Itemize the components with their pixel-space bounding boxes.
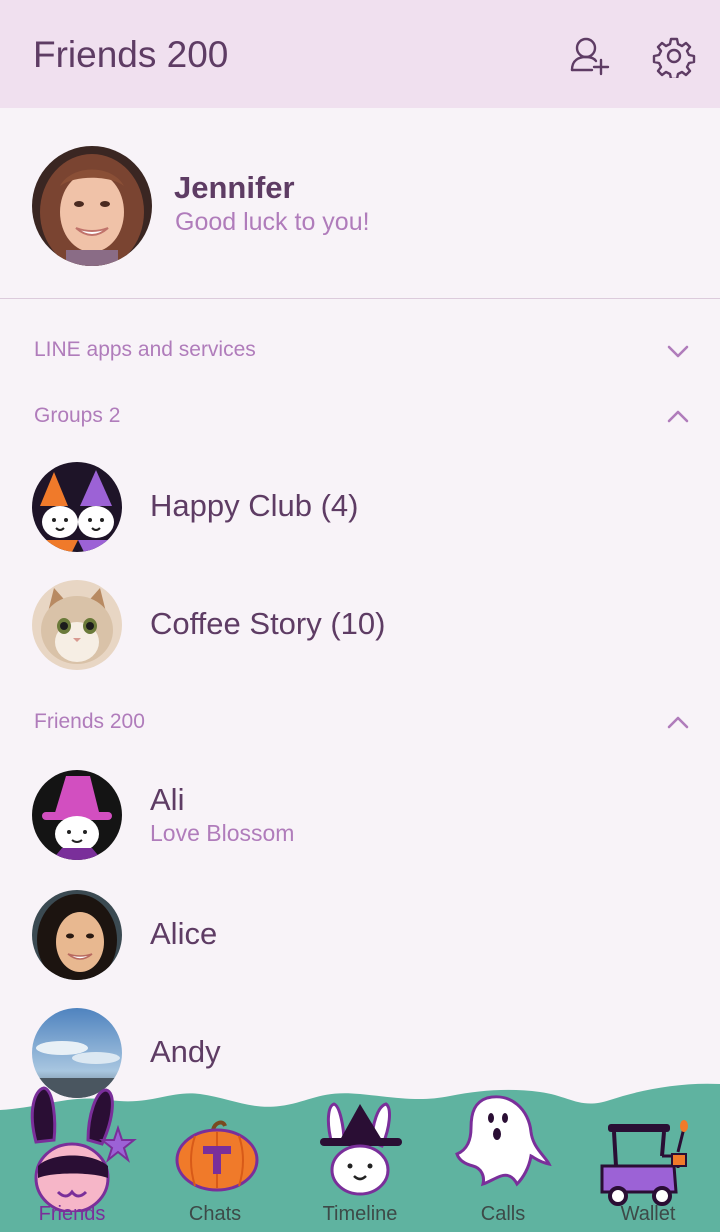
friend-name: Alice — [150, 916, 218, 951]
bunny-mask-icon — [30, 1086, 137, 1212]
group-row-happy-club[interactable]: Happy Club (4) — [0, 452, 720, 562]
section-groups[interactable]: Groups 2 — [0, 396, 720, 436]
app-header: Friends 200 — [0, 0, 720, 108]
avatar[interactable] — [32, 146, 152, 266]
tab-label: Chats — [188, 1203, 242, 1225]
bottom-tab-bar: Friends Chats Timeline Calls Wallet — [0, 1070, 720, 1232]
section-line-apps[interactable]: LINE apps and services — [0, 330, 720, 370]
friend-avatar — [32, 890, 122, 980]
group-avatar — [32, 462, 122, 552]
ghost-icon — [455, 1095, 552, 1187]
chevron-down-icon[interactable] — [664, 338, 692, 364]
group-name: Coffee Story (10) — [150, 606, 386, 641]
friend-name: Andy — [150, 1034, 221, 1069]
profile-status-message: Good luck to you! — [175, 208, 370, 236]
friend-row-ali[interactable]: Ali Love Blossom — [0, 760, 720, 870]
tab-label: Calls — [480, 1203, 526, 1225]
golf-cart-icon — [600, 1120, 688, 1206]
my-profile[interactable]: Jennifer Good luck to you! — [0, 108, 720, 298]
section-label: LINE apps and services — [34, 338, 256, 361]
tab-wallet[interactable]: Wallet — [598, 1070, 698, 1232]
chevron-up-icon[interactable] — [664, 710, 692, 736]
group-avatar — [32, 580, 122, 670]
witch-bunny-icon — [320, 1102, 402, 1196]
chevron-up-icon[interactable] — [664, 404, 692, 430]
divider — [0, 298, 720, 299]
tab-friends[interactable]: Friends — [22, 1070, 137, 1232]
add-friend-icon[interactable] — [568, 34, 612, 78]
tab-label: Wallet — [620, 1203, 676, 1225]
tab-label: Timeline — [322, 1203, 398, 1225]
friend-status-message: Love Blossom — [150, 820, 295, 846]
profile-name: Jennifer — [174, 170, 295, 205]
tab-label: Friends — [38, 1203, 106, 1225]
gear-icon[interactable] — [652, 34, 696, 81]
tab-timeline[interactable]: Timeline — [310, 1070, 410, 1232]
group-name: Happy Club (4) — [150, 488, 359, 523]
tab-calls[interactable]: Calls — [453, 1070, 553, 1232]
friend-name: Ali — [150, 782, 185, 817]
pumpkin-icon — [175, 1120, 259, 1192]
section-label: Groups 2 — [34, 404, 121, 427]
tab-chats[interactable]: Chats — [165, 1070, 265, 1232]
group-row-coffee-story[interactable]: Coffee Story (10) — [0, 570, 720, 680]
friend-avatar — [32, 770, 122, 860]
page-title: Friends 200 — [33, 34, 229, 75]
friend-row-alice[interactable]: Alice — [0, 880, 720, 990]
section-friends[interactable]: Friends 200 — [0, 702, 720, 742]
section-label: Friends 200 — [34, 710, 145, 733]
